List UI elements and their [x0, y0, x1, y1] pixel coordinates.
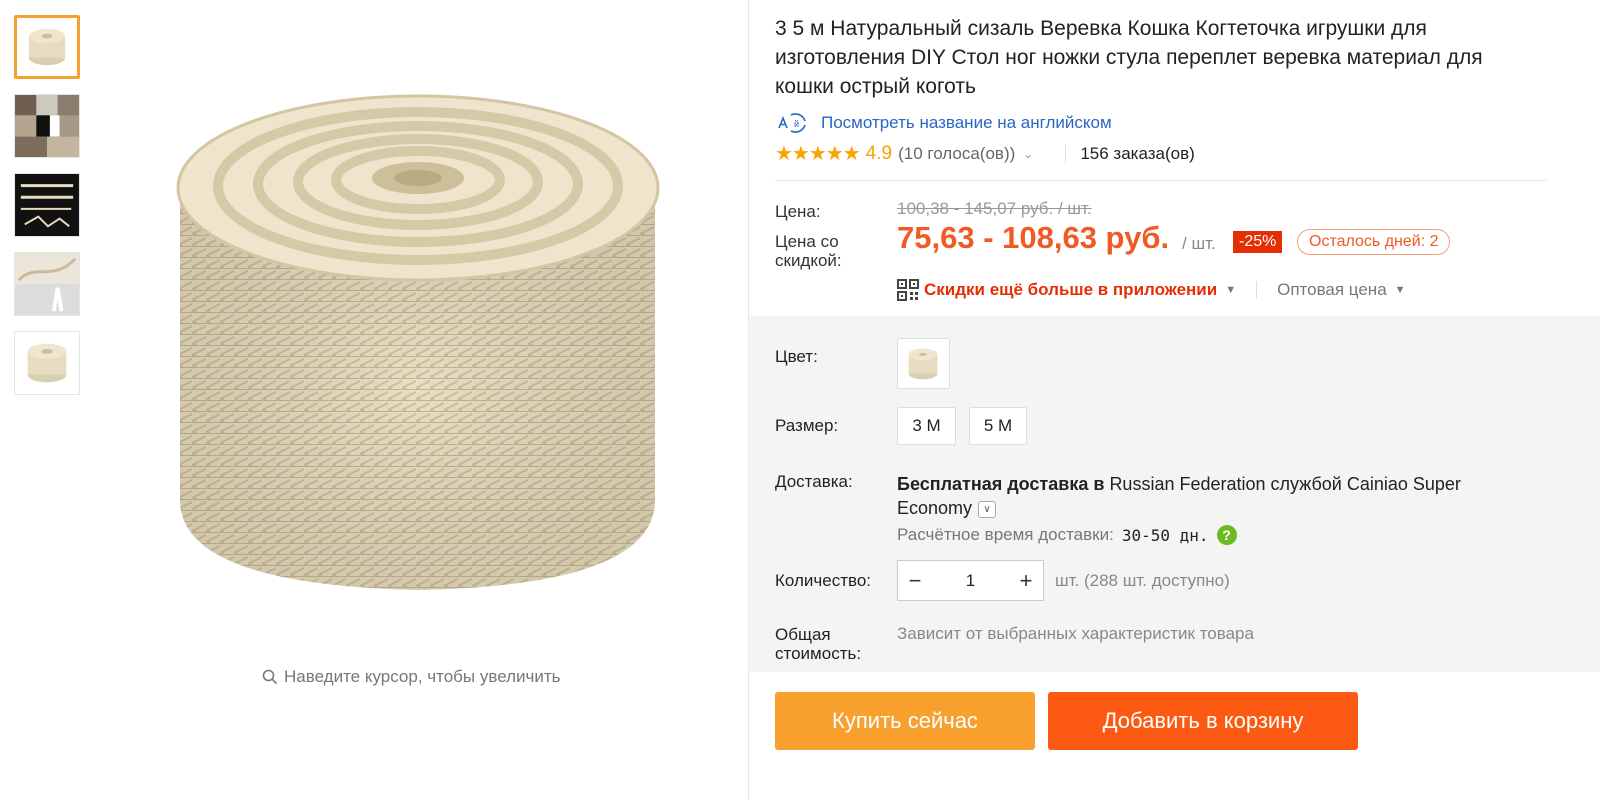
- add-to-cart-button[interactable]: Добавить в корзину: [1048, 692, 1358, 750]
- caret-down-icon[interactable]: ▼: [1395, 284, 1406, 296]
- thumbnail-rope-coil[interactable]: [14, 15, 80, 79]
- eta-label: Расчётное время доставки:: [897, 525, 1114, 544]
- zoom-hint: Наведите курсор, чтобы увеличить: [262, 667, 561, 687]
- size-option-5m[interactable]: 5 M: [969, 407, 1027, 445]
- size-option-3m[interactable]: 3 M: [897, 407, 956, 445]
- caret-down-icon[interactable]: ▼: [1225, 284, 1236, 296]
- qr-code-icon: [897, 279, 919, 301]
- options-panel: Цвет: Размер: 3 M 5 M Доставка: Бесплатн…: [749, 316, 1600, 672]
- discount-price: 75,63 - 108,63 руб.: [897, 220, 1170, 255]
- price-label-text: Цена:: [775, 202, 821, 221]
- color-option-natural[interactable]: [897, 338, 950, 389]
- orders-count: 156 заказа(ов): [1080, 143, 1195, 163]
- shipping-dropdown-icon[interactable]: ∨: [978, 500, 997, 518]
- chevron-down-icon[interactable]: ⌄: [1023, 147, 1033, 161]
- color-label: Цвет:: [775, 347, 818, 366]
- per-unit-label: / шт.: [1182, 234, 1216, 253]
- rating-row: ★★★★★ 4.9 (10 голоса(ов)) ⌄ 156 заказа(о…: [775, 141, 1565, 166]
- shipping-label: Доставка:: [775, 472, 853, 491]
- shipping-info: Бесплатная доставка в Russian Federation…: [897, 472, 1537, 520]
- translate-title-link[interactable]: й Посмотреть название на английском: [775, 111, 1565, 135]
- total-label: Общая стоимость:: [775, 625, 862, 663]
- product-title: 3 5 м Натуральный сизаль Веревка Кошка К…: [775, 17, 1483, 98]
- main-product-image[interactable]: [150, 60, 710, 640]
- translate-link-text[interactable]: Посмотреть название на английском: [821, 113, 1112, 133]
- price-section: Цена: 100,38 - 145,07 руб. / шт. Цена со…: [775, 188, 1575, 308]
- app-discount-row: Скидки ещё больше в приложении ▼ Оптовая…: [897, 279, 1406, 301]
- separator: [1256, 281, 1258, 299]
- eta-value: 30-50 дн.: [1121, 525, 1209, 545]
- svg-text:й: й: [794, 119, 799, 129]
- old-price: 100,38 - 145,07 руб. / шт.: [897, 199, 1092, 218]
- thumbnail-rope-strands[interactable]: [14, 173, 80, 237]
- buy-now-button[interactable]: Купить сейчас: [775, 692, 1035, 750]
- wholesale-price-link[interactable]: Оптовая цена: [1277, 280, 1387, 300]
- discount-badge: -25%: [1233, 231, 1283, 253]
- thumbnail-photo-collage[interactable]: [14, 94, 80, 158]
- thumbnail-rope-closeup[interactable]: [14, 252, 80, 316]
- thumbnail-list: [14, 15, 80, 410]
- quantity-input[interactable]: [932, 561, 1009, 600]
- eta-row: Расчётное время доставки: 30-50 дн. ?: [897, 525, 1237, 545]
- app-discount-link[interactable]: Скидки ещё больше в приложении: [924, 280, 1217, 300]
- total-value: Зависит от выбранных характеристик товар…: [897, 624, 1254, 643]
- days-left-badge: Осталось дней: 2: [1297, 229, 1451, 255]
- rating-stars: ★★★★★: [775, 143, 861, 165]
- votes-count[interactable]: (10 голоса(ов)): [898, 144, 1015, 164]
- quantity-stepper: − +: [897, 560, 1044, 601]
- zoom-hint-text: Наведите курсор, чтобы увеличить: [284, 667, 561, 686]
- discount-price-label: Цена со скидкой:: [775, 232, 842, 270]
- quantity-label: Количество:: [775, 571, 872, 590]
- translate-icon: й: [778, 113, 806, 133]
- magnifier-icon: [262, 669, 278, 685]
- help-icon[interactable]: ?: [1216, 525, 1237, 545]
- quantity-available: шт. (288 шт. доступно): [1055, 571, 1230, 590]
- separator: [1065, 144, 1067, 163]
- thumbnail-rope-coil-2[interactable]: [14, 331, 80, 395]
- size-label: Размер:: [775, 416, 839, 435]
- free-shipping-text: Бесплатная доставка в: [897, 474, 1105, 494]
- rating-value: 4.9: [865, 142, 893, 164]
- decrease-quantity-button[interactable]: −: [898, 561, 932, 600]
- increase-quantity-button[interactable]: +: [1009, 561, 1043, 600]
